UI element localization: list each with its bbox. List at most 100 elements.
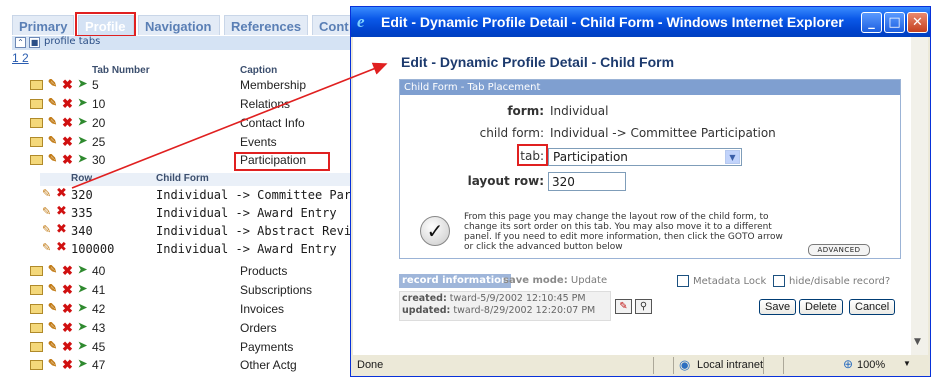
record-info-bar: record information save mode: Update Met… [399, 274, 901, 329]
table-row: ✎ ✖ ➤ 20 Contact Info [30, 115, 360, 134]
tab-bar: Primary Profile Navigation References Co… [0, 12, 360, 37]
delete-icon[interactable]: ✖ [61, 135, 74, 148]
delete-icon[interactable]: ✖ [56, 204, 67, 219]
pencil-icon[interactable]: ✎ [46, 97, 59, 110]
pencil-icon[interactable]: ✎ [46, 116, 59, 129]
pencil-icon[interactable]: ✎ [46, 153, 59, 166]
delete-icon[interactable]: ✖ [61, 153, 74, 166]
pencil-icon[interactable]: ✎ [42, 223, 51, 236]
folder-icon[interactable] [30, 80, 43, 90]
caption: Payments [240, 340, 294, 354]
collapse-icon[interactable]: ⌃ [15, 37, 26, 48]
goto-arrow-icon[interactable]: ➤ [76, 283, 89, 296]
pencil-icon[interactable]: ✎ [46, 358, 59, 371]
edit-icon[interactable]: ✎ [615, 299, 632, 314]
goto-arrow-icon[interactable]: ➤ [76, 97, 89, 110]
pencil-icon[interactable]: ✎ [46, 264, 59, 277]
pencil-icon[interactable]: ✎ [46, 302, 59, 315]
tab-navigation[interactable]: Navigation [138, 15, 220, 35]
pencil-icon[interactable]: ✎ [46, 283, 59, 296]
search-icon[interactable]: ⚲ [635, 299, 652, 314]
col-row: Row [71, 173, 93, 184]
folder-icon[interactable] [30, 304, 43, 314]
delete-icon[interactable]: ✖ [56, 186, 67, 201]
child-form-label: child form: [479, 126, 544, 140]
pencil-icon[interactable]: ✎ [42, 187, 51, 200]
goto-arrow-icon[interactable]: ➤ [76, 340, 89, 353]
vertical-scrollbar[interactable]: ▼ [911, 37, 928, 355]
child-row: ✎ ✖ 340 Individual -> Abstract Reviewer C [42, 222, 360, 241]
col-tab-number[interactable]: Tab Number [92, 65, 150, 76]
table-row: ✎ ✖ ➤ 10 Relations [30, 96, 360, 115]
tab-primary[interactable]: Primary [12, 15, 74, 35]
folder-icon[interactable] [30, 266, 43, 276]
record-information-badge: record information [399, 274, 512, 288]
ie-icon: e [357, 12, 365, 31]
caption: Relations [240, 97, 291, 111]
folder-icon[interactable] [30, 137, 43, 147]
goto-arrow-icon[interactable]: ➤ [76, 321, 89, 334]
row-number: 100000 [71, 242, 115, 256]
cancel-button[interactable]: Cancel [849, 299, 896, 315]
pencil-icon[interactable]: ✎ [42, 205, 51, 218]
metadata-lock-checkbox[interactable] [677, 275, 689, 287]
goto-arrow-icon[interactable]: ➤ [76, 135, 89, 148]
delete-icon[interactable]: ✖ [61, 340, 74, 353]
save-button[interactable]: Save [759, 299, 797, 315]
goto-arrow-icon[interactable]: ➤ [76, 153, 89, 166]
delete-icon[interactable]: ✖ [61, 97, 74, 110]
delete-icon[interactable]: ✖ [61, 116, 74, 129]
delete-icon[interactable]: ✖ [61, 78, 74, 91]
goto-arrow-icon[interactable]: ➤ [76, 358, 89, 371]
toggle-icon[interactable]: ■ [29, 37, 40, 48]
title-bar[interactable]: e Edit - Dynamic Profile Detail - Child … [351, 7, 930, 37]
pencil-icon[interactable]: ✎ [46, 78, 59, 91]
pager[interactable]: 1 2 [12, 51, 29, 65]
open-folder-icon[interactable] [30, 155, 43, 165]
created-label: created: [402, 293, 447, 304]
folder-icon[interactable] [30, 323, 43, 333]
advanced-button[interactable]: ADVANCED [808, 244, 870, 256]
scroll-down-icon[interactable]: ▼ [914, 337, 921, 347]
hide-disable-checkbox[interactable] [773, 275, 785, 287]
col-caption[interactable]: Caption [240, 65, 277, 76]
folder-icon[interactable] [30, 118, 43, 128]
zoom-level[interactable]: 100% [857, 359, 885, 371]
delete-icon[interactable]: ✖ [61, 264, 74, 277]
tab-number: 10 [92, 97, 106, 111]
goto-arrow-icon[interactable]: ➤ [76, 78, 89, 91]
checkmark-icon: ✓ [420, 216, 450, 246]
table-row: ✎ ✖ ➤ 45 Payments [30, 339, 360, 358]
folder-icon[interactable] [30, 360, 43, 370]
delete-icon[interactable]: ✖ [56, 222, 67, 237]
caption: Products [240, 264, 288, 278]
goto-arrow-icon[interactable]: ➤ [76, 302, 89, 315]
goto-arrow-icon[interactable]: ➤ [76, 264, 89, 277]
minimize-button[interactable]: _ [861, 12, 882, 33]
layout-row-input[interactable]: 320 [548, 172, 626, 191]
highlight-box [517, 144, 548, 166]
delete-button[interactable]: Delete [799, 299, 843, 315]
help-text: From this page you may change the layout… [464, 212, 783, 252]
close-button[interactable]: ✕ [907, 12, 928, 33]
chevron-down-icon[interactable]: ▼ [725, 150, 740, 164]
folder-icon[interactable] [30, 285, 43, 295]
delete-icon[interactable]: ✖ [61, 302, 74, 315]
metadata-lock-label: Metadata Lock [693, 276, 767, 287]
folder-icon[interactable] [30, 342, 43, 352]
zoom-dropdown-icon[interactable]: ▼ [903, 359, 911, 368]
delete-icon[interactable]: ✖ [56, 240, 67, 255]
delete-icon[interactable]: ✖ [61, 283, 74, 296]
delete-icon[interactable]: ✖ [61, 358, 74, 371]
pencil-icon[interactable]: ✎ [46, 340, 59, 353]
pencil-icon[interactable]: ✎ [46, 321, 59, 334]
maximize-button[interactable]: □ [884, 12, 905, 33]
save-mode-value: Update [570, 275, 608, 286]
goto-arrow-icon[interactable]: ➤ [76, 116, 89, 129]
pencil-icon[interactable]: ✎ [46, 135, 59, 148]
pencil-icon[interactable]: ✎ [42, 241, 51, 254]
folder-icon[interactable] [30, 99, 43, 109]
tab-select[interactable]: Participation ▼ [548, 148, 742, 166]
delete-icon[interactable]: ✖ [61, 321, 74, 334]
tab-references[interactable]: References [224, 15, 308, 35]
